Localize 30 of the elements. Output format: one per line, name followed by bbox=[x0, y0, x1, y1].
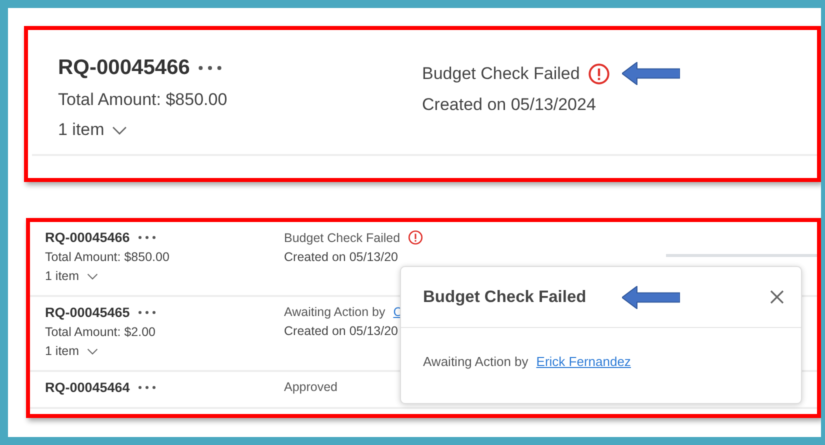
total-amount: Total Amount: $2.00 bbox=[45, 325, 156, 339]
more-icon[interactable] bbox=[138, 385, 156, 390]
chevron-down-icon[interactable] bbox=[112, 126, 128, 134]
chevron-down-icon[interactable] bbox=[87, 348, 98, 354]
status-text: Budget Check Failed bbox=[284, 230, 400, 244]
request-id[interactable]: RQ-00045464 bbox=[45, 380, 130, 395]
alert-icon[interactable] bbox=[408, 230, 424, 245]
total-amount: Total Amount: $850.00 bbox=[58, 90, 228, 110]
request-id[interactable]: RQ-00045466 bbox=[45, 230, 130, 245]
created-date: Created on 05/13/2024 bbox=[422, 95, 597, 115]
request-id[interactable]: RQ-00045466 bbox=[58, 56, 190, 80]
awaiting-text: Awaiting Action by bbox=[423, 354, 528, 369]
status-text: Awaiting Action by bbox=[284, 305, 386, 319]
close-icon[interactable] bbox=[769, 289, 785, 305]
status-text: Budget Check Failed bbox=[422, 64, 580, 84]
popover-title: Budget Check Failed bbox=[423, 288, 586, 306]
request-id[interactable]: RQ-00045465 bbox=[45, 305, 130, 320]
more-icon[interactable] bbox=[138, 310, 156, 315]
chevron-down-icon[interactable] bbox=[87, 272, 98, 280]
status-text: Approved bbox=[284, 380, 338, 394]
item-count[interactable]: 1 item bbox=[58, 120, 104, 140]
alert-icon[interactable] bbox=[588, 62, 610, 84]
more-icon[interactable] bbox=[138, 235, 156, 240]
item-count[interactable]: 1 item bbox=[45, 344, 80, 358]
created-date: Created on 05/13/20 bbox=[284, 250, 399, 264]
more-icon[interactable] bbox=[198, 65, 222, 71]
created-date: Created on 05/13/20 bbox=[284, 324, 399, 338]
total-amount: Total Amount: $850.00 bbox=[45, 250, 170, 264]
item-count[interactable]: 1 item bbox=[45, 269, 80, 283]
approver-link[interactable]: Erick Fernandez bbox=[536, 354, 631, 369]
